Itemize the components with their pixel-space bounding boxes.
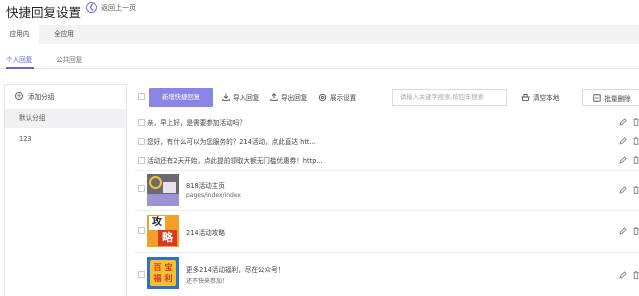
card-title: 更多214活动福利，尽在公众号！ (186, 266, 285, 274)
list-item[interactable]: 亲，早上好，是需要参加活动吗？ (135, 113, 639, 131)
trash-icon[interactable] (633, 186, 639, 194)
active-tab-indicator (6, 67, 34, 69)
upload-icon (270, 93, 278, 101)
bulk-delete-button[interactable]: 批量删除 (582, 89, 639, 106)
row-checkbox[interactable] (138, 138, 145, 145)
import-label: 导入回复 (233, 94, 260, 102)
gear-icon (318, 93, 327, 101)
page-title: 快捷回复设置 (6, 5, 82, 20)
trash-icon[interactable] (633, 118, 639, 126)
download-icon (222, 93, 230, 101)
list-item[interactable]: 活动还有2天开始，点此提前领取大额无门槛优惠券！http... (135, 151, 639, 169)
reply-type-tabs: 个人回复 公共回复 (0, 52, 639, 69)
add-group-label: 添加分组 (28, 93, 55, 101)
strategy-thumbnail: 攻 略 (147, 215, 179, 247)
card-title: 214活动攻略 (186, 229, 225, 237)
new-quick-reply-button[interactable]: 新增快捷回复 (149, 88, 213, 107)
activity-page-thumbnail (147, 174, 179, 206)
plus-circle-icon: + (15, 92, 23, 100)
official-account-thumbnail: 百 宝 福 利 (147, 257, 179, 289)
edit-icon[interactable] (619, 118, 627, 126)
scope-tabs: 应用内 全应用 (0, 25, 639, 44)
card-path: pages/index/index (186, 192, 241, 199)
card-title: 818活动主页 (186, 182, 225, 190)
tab-in-app[interactable]: 应用内 (0, 25, 39, 44)
back-button[interactable]: ❮ 返回上一页 (86, 2, 136, 13)
display-settings-label: 展示设置 (330, 94, 357, 102)
list-item[interactable]: 攻 略 214活动攻略 (135, 211, 639, 251)
quick-reply-settings-page: 快捷回复设置 ❮ 返回上一页 应用内 全应用 个人回复 公共回复 + 添加分组 … (0, 0, 639, 296)
tab-public-replies[interactable]: 公共回复 (56, 54, 82, 64)
search-input[interactable] (392, 89, 507, 106)
tab-personal-replies[interactable]: 个人回复 (6, 54, 32, 64)
thumb-text: 攻 (149, 216, 165, 230)
chevron-left-icon: ❮ (86, 2, 97, 13)
row-checkbox[interactable] (138, 271, 145, 278)
display-settings-button[interactable]: 展示设置 (318, 92, 356, 102)
toolbar: 新增快捷回复 导入回复 导出回复 展示设置 清空本地 (135, 87, 639, 109)
broom-icon (521, 94, 530, 101)
edit-icon[interactable] (619, 137, 627, 145)
thumb-text: 略 (158, 230, 177, 246)
add-group-button[interactable]: + 添加分组 (15, 91, 54, 101)
row-checkbox[interactable] (138, 227, 145, 234)
import-replies-button[interactable]: 导入回复 (222, 92, 259, 102)
clear-local-label: 清空本地 (533, 94, 560, 102)
thumb-text: 百 (153, 263, 162, 272)
row-checkbox[interactable] (138, 157, 145, 164)
reply-list: 亲，早上好，是需要参加活动吗？ 您好，有什么可以为您服务的？214活动，点此直达… (135, 113, 639, 296)
select-all-checkbox[interactable] (138, 93, 145, 100)
clear-local-button[interactable]: 清空本地 (521, 92, 559, 102)
reply-text: 活动还有2天开始，点此提前领取大额无门槛优惠券！http... (147, 157, 323, 165)
list-item[interactable]: 您好，有什么可以为您服务的？214活动，点此直达 htt... (135, 132, 639, 150)
edit-icon[interactable] (619, 227, 627, 235)
row-checkbox[interactable] (138, 185, 145, 192)
edit-icon[interactable] (619, 156, 627, 164)
tab-all-apps[interactable]: 全应用 (44, 25, 84, 44)
reply-text: 您好，有什么可以为您服务的？214活动，点此直达 htt... (147, 138, 316, 146)
trash-icon[interactable] (633, 271, 639, 279)
list-item[interactable]: 百 宝 福 利 更多214活动福利，尽在公众号！ 还不快来参加！ (135, 253, 639, 296)
thumb-text: 利 (164, 274, 173, 283)
bulk-delete-icon (593, 93, 601, 102)
edit-icon[interactable] (619, 271, 627, 279)
list-item[interactable]: 818活动主页 pages/index/index (135, 171, 639, 209)
row-checkbox[interactable] (138, 119, 145, 126)
page-header: 快捷回复设置 ❮ 返回上一页 (0, 0, 639, 22)
trash-icon[interactable] (633, 227, 639, 235)
thumb-text: 福 (153, 274, 162, 283)
thumb-text: 宝 (164, 263, 173, 272)
card-description: 还不快来参加！ (186, 278, 229, 285)
group-item-default[interactable]: 默认分组 (5, 109, 126, 128)
edit-icon[interactable] (619, 186, 627, 194)
trash-icon[interactable] (633, 156, 639, 164)
bulk-delete-label: 批量删除 (604, 94, 631, 103)
trash-icon[interactable] (633, 137, 639, 145)
back-label: 返回上一页 (101, 3, 136, 12)
export-label: 导出回复 (281, 94, 308, 102)
reply-text: 亲，早上好，是需要参加活动吗？ (147, 119, 246, 127)
group-sidebar: + 添加分组 默认分组 123 (4, 84, 127, 296)
export-replies-button[interactable]: 导出回复 (270, 92, 307, 102)
group-item-123[interactable]: 123 (5, 130, 126, 149)
